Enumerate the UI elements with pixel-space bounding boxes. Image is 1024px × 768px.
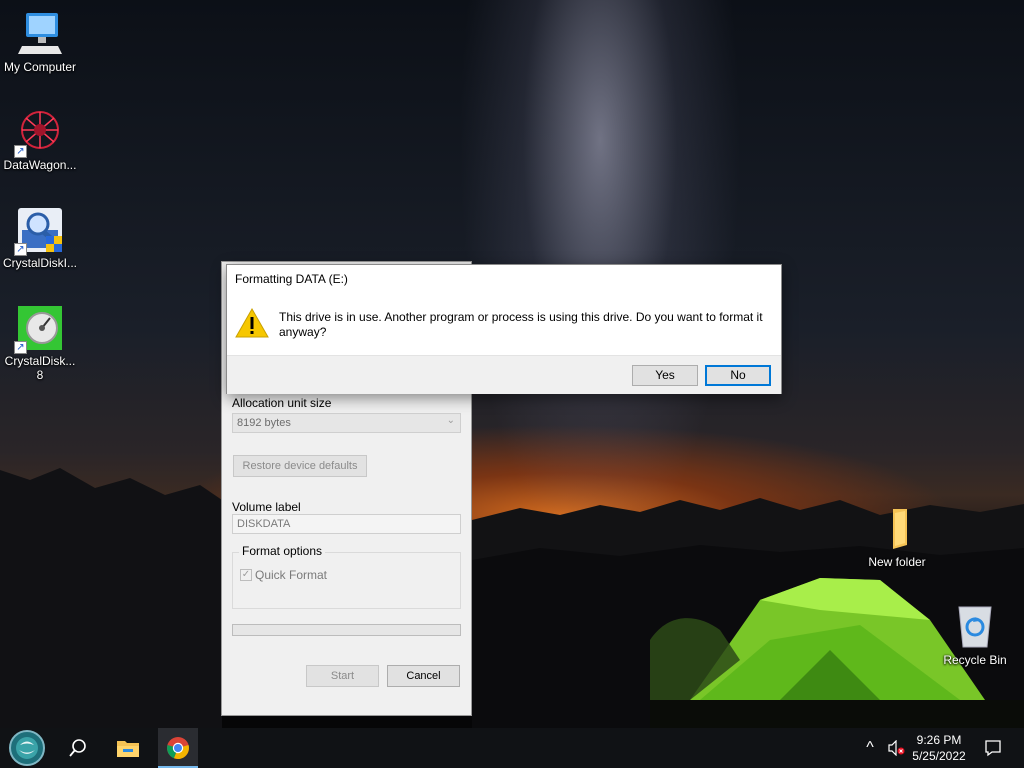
start-button[interactable]: Start [306,665,379,687]
volume-muted-icon[interactable] [884,728,908,768]
folder-icon [873,505,921,553]
shortcut-arrow-icon: ↗ [14,243,27,256]
clock-date: 5/25/2022 [912,749,966,763]
allocation-unit-label: Allocation unit size [232,396,332,410]
search-button[interactable] [56,728,100,768]
datawagon-shortcut[interactable]: ↗ DataWagon... [2,108,78,172]
shortcut-arrow-icon: ↗ [14,145,27,158]
allocation-unit-select[interactable]: 8192 bytes ⌄ [232,413,461,433]
desktop-icon-label: New folder [868,555,926,569]
my-computer-shortcut[interactable]: My Computer [2,10,78,74]
crystaldiskmark-shortcut[interactable]: ↗ CrystalDisk... 8 [2,304,78,382]
desktop-icon-label: Recycle Bin [943,653,1007,667]
recycle-bin-icon [951,603,999,651]
shortcut-arrow-icon: ↗ [14,341,27,354]
warning-message-box: Formatting DATA (E:) This drive is in us… [226,264,782,394]
volume-label-label: Volume label [232,500,301,514]
cancel-button[interactable]: Cancel [387,665,460,687]
allocation-unit-value: 8192 bytes [237,417,291,429]
notification-icon [985,740,1001,757]
desktop-icon-label: My Computer [3,60,77,74]
crystaldiskinfo-icon: ↗ [14,206,64,256]
volume-label-input[interactable]: DISKDATA [232,514,461,534]
clock-time: 9:26 PM [916,733,962,747]
chrome-button[interactable] [158,728,198,768]
new-folder[interactable]: New folder [859,505,935,569]
taskbar: ^ 9:26 PM 5/25/2022 [0,728,1024,768]
recycle-bin[interactable]: Recycle Bin [937,603,1013,667]
taskbar-clock[interactable]: 9:26 PM 5/25/2022 [910,732,968,764]
message-box-title: Formatting DATA (E:) [235,272,348,286]
yes-button[interactable]: Yes [632,365,698,386]
crystaldiskinfo-shortcut[interactable]: ↗ CrystalDiskI... [2,206,78,270]
start-orb-icon [9,730,45,766]
action-center-button[interactable] [978,728,1008,768]
file-explorer-icon [117,741,139,757]
chrome-icon [167,737,189,760]
desktop-icon-label: CrystalDisk... [4,354,76,368]
computer-icon [16,10,64,58]
format-options-title: Format options [239,544,326,558]
start-button[interactable] [4,728,50,768]
quick-format-label: Quick Format [255,568,328,582]
warning-icon [235,307,269,339]
restore-defaults-button[interactable]: Restore device defaults [233,455,367,477]
chevron-down-icon: ⌄ [446,415,455,426]
format-options-group: Format options ✓ Quick Format [232,544,461,609]
message-text: This drive is in use. Another program or… [279,310,763,339]
format-progress-bar [232,624,461,636]
desktop: My Computer ↗ DataWagon... ↗ CrystalDisk… [0,0,1024,728]
desktop-icon-label: DataWagon... [3,158,77,172]
message-box-footer: Yes No [227,355,781,394]
crystaldiskmark-icon: ↗ [14,304,64,354]
tray-overflow-chevron[interactable]: ^ [858,728,882,768]
file-explorer-button[interactable] [106,728,150,768]
desktop-icon-label-line2: 8 [36,368,44,382]
desktop-icon-label: CrystalDiskI... [2,256,77,270]
datawagon-icon: ↗ [14,108,64,158]
quick-format-checkbox[interactable]: ✓ [240,569,252,581]
no-button[interactable]: No [705,365,771,386]
search-icon [69,739,86,757]
